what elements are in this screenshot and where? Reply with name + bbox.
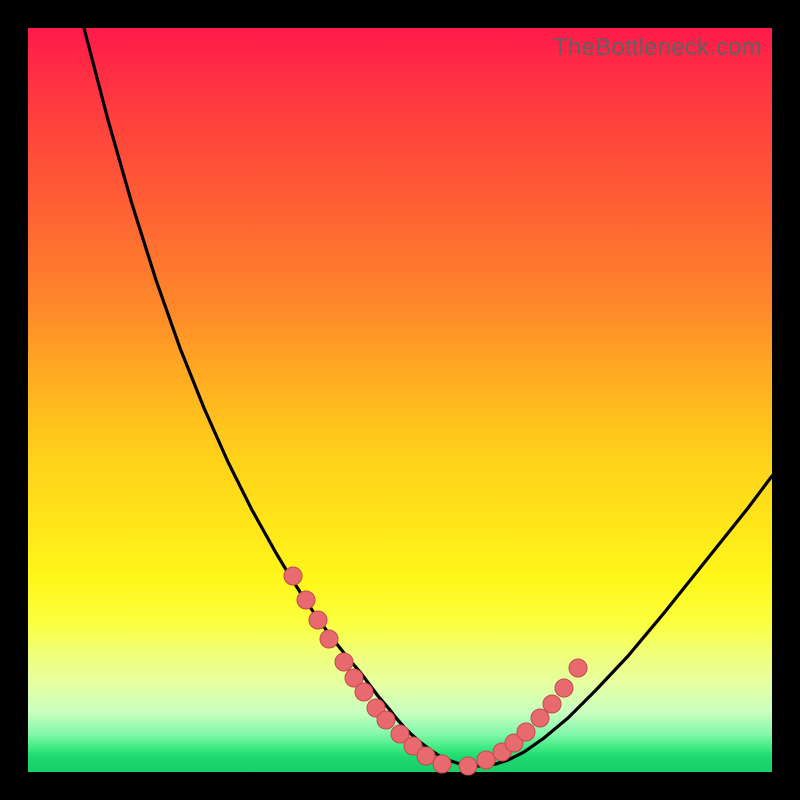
highlight-dot <box>531 709 549 727</box>
watermark-text: TheBottleneck.com <box>553 34 762 62</box>
highlight-dot <box>284 567 302 585</box>
highlight-dot <box>569 659 587 677</box>
highlight-dot <box>297 591 315 609</box>
highlight-dot <box>477 751 495 769</box>
highlight-dot <box>555 679 573 697</box>
highlight-dot <box>309 611 327 629</box>
highlight-dots-group <box>284 567 587 775</box>
highlight-dot <box>320 630 338 648</box>
highlight-dot <box>433 755 451 773</box>
chart-frame: TheBottleneck.com <box>0 0 800 800</box>
highlight-dot <box>543 695 561 713</box>
highlight-dot <box>517 723 535 741</box>
highlight-dot <box>417 747 435 765</box>
highlight-dot <box>377 711 395 729</box>
highlight-dot <box>355 683 373 701</box>
highlight-dot <box>459 757 477 775</box>
chart-plot-area: TheBottleneck.com <box>28 28 772 772</box>
bottleneck-curve <box>84 28 772 766</box>
chart-overlay-svg <box>28 28 772 772</box>
highlight-dot <box>335 653 353 671</box>
